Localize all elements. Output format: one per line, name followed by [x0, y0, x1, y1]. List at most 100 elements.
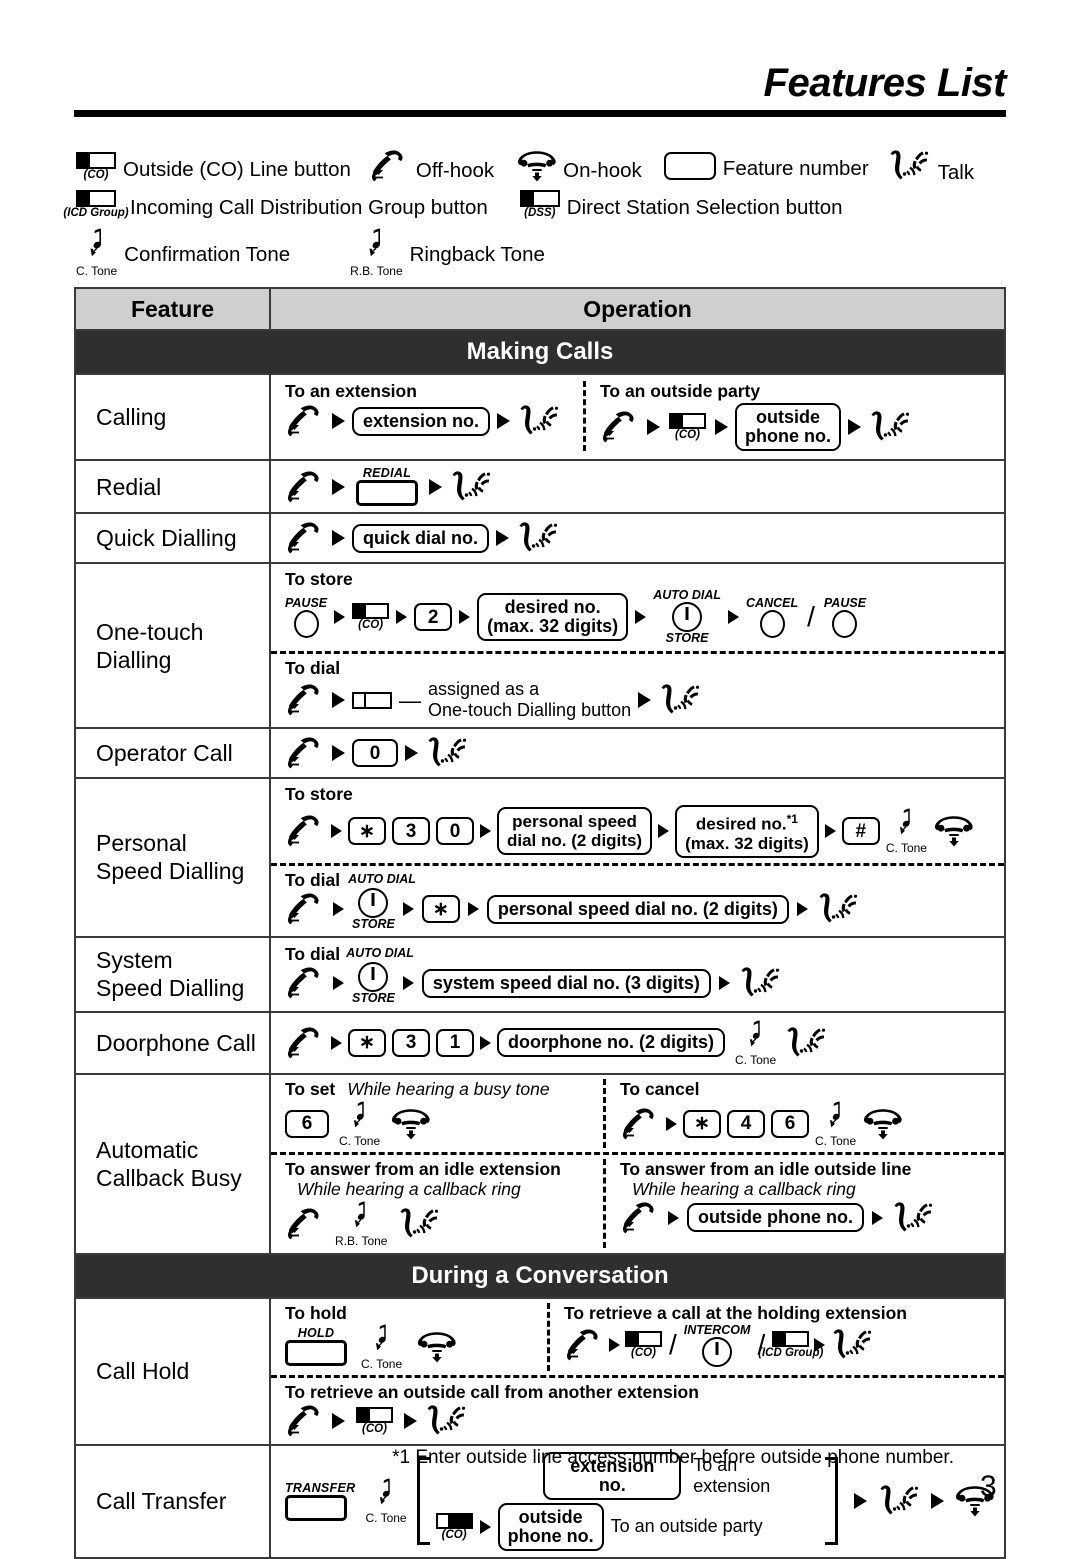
arrow-icon — [824, 824, 836, 839]
key-3[interactable]: 3 — [392, 817, 430, 846]
key-0[interactable]: 0 — [352, 739, 398, 767]
operation-cell: 0 — [271, 729, 1004, 777]
arrow-icon — [402, 976, 414, 991]
call-hold-hold-block: To hold HOLD C. Tone — [285, 1303, 547, 1371]
off-hook-icon — [285, 737, 325, 769]
arrow-icon — [847, 419, 861, 435]
legend-ringback-tone: R.B. Tone Ringback Tone — [350, 227, 545, 278]
operation-cell: To set While hearing a busy tone 6 C. To… — [271, 1075, 1004, 1253]
legend-dss-button: (DSS) Direct Station Selection button — [519, 190, 843, 219]
legend-row-2: (ICD Group) Incoming Call Distribution G… — [63, 190, 1036, 219]
feature-number-key-icon — [663, 152, 716, 180]
confirmation-tone-icon: C. Tone — [361, 1323, 402, 1371]
talk-icon — [658, 682, 702, 718]
key-3[interactable]: 3 — [392, 1028, 430, 1057]
co-line-button-icon: (CO) — [356, 1406, 393, 1435]
feature-cell: Call Hold — [76, 1298, 271, 1444]
table-header-operation: Operation — [271, 289, 1004, 329]
legend-label: Incoming Call Distribution Group button — [130, 196, 488, 219]
key-0[interactable]: 0 — [436, 817, 474, 846]
quick-dial-no-pill: quick dial no. — [352, 523, 490, 553]
extension-no-pill: extension no. — [352, 406, 491, 436]
hold-button-icon[interactable]: HOLD — [285, 1327, 347, 1367]
operation-cell: ∗ 3 1 doorphone no. (2 digits) C. Tone — [271, 1013, 1004, 1073]
arrow-icon — [718, 976, 730, 991]
on-hook-icon — [416, 1331, 458, 1363]
separator: / — [807, 601, 815, 632]
legend-label: Talk — [937, 161, 975, 184]
transfer-button-icon[interactable]: TRANSFER — [285, 1481, 355, 1521]
outside-phone-no-pill: outside phone no. — [735, 403, 841, 451]
arrow-icon — [497, 413, 511, 429]
operation-cell: To store ∗ 3 0 personal speed dial no. (… — [271, 779, 1004, 936]
operation-cell: To hold HOLD C. Tone To retrieve a call … — [271, 1299, 1004, 1444]
feature-cell: Operator Call — [76, 729, 271, 777]
off-hook-icon — [285, 1405, 325, 1437]
arrow-icon — [332, 530, 345, 546]
talk-icon — [877, 1483, 921, 1519]
arrow-icon — [332, 478, 345, 495]
footnote: *1 Enter outside line access number befo… — [392, 1447, 954, 1468]
legend-label: Direct Station Selection button — [566, 196, 843, 219]
key-star[interactable]: ∗ — [348, 1028, 386, 1057]
key-4[interactable]: 4 — [727, 1109, 765, 1138]
desired-no-pill: desired no. (max. 32 digits) — [477, 593, 629, 641]
auto-dial-store-button-icon[interactable]: AUTO DIAL STORE — [653, 589, 721, 645]
operation-cell: To store PAUSE (CO) 2 desired no. (max. … — [271, 564, 1004, 727]
key-6[interactable]: 6 — [771, 1109, 809, 1138]
table-row-system-speed-dialling: System Speed Dialling To dial AUTO DIAL — [76, 937, 1004, 1013]
on-hook-icon — [390, 1108, 432, 1140]
bracket-right — [825, 1457, 839, 1546]
personal-speed-dial-no-pill: personal speed dial no. (2 digits) — [497, 807, 653, 856]
arrow-icon — [402, 902, 414, 917]
key-star[interactable]: ∗ — [683, 1109, 721, 1138]
key-6[interactable]: 6 — [285, 1109, 329, 1138]
arrow-icon — [332, 413, 345, 429]
feature-cell: Personal Speed Dialling — [76, 779, 271, 936]
legend-feature-number: Feature number — [663, 152, 869, 180]
auto-dial-store-button-icon[interactable]: STORE — [352, 887, 395, 931]
off-hook-icon — [285, 893, 325, 925]
bracket-left — [416, 1457, 430, 1546]
one-touch-dial-block: To dial — assigned as a One-touch Dialli… — [271, 651, 1004, 727]
icd-caption: (ICD Group) — [63, 207, 129, 219]
call-hold-retrieve-other-block: To retrieve an outside call from another… — [271, 1374, 1004, 1444]
arrow-icon — [332, 1412, 345, 1429]
key-1[interactable]: 1 — [436, 1028, 474, 1057]
arrow-icon — [333, 902, 344, 917]
arrow-icon — [931, 1493, 945, 1510]
feature-cell: Quick Dialling — [76, 514, 271, 562]
legend-label: Outside (CO) Line button — [123, 157, 351, 181]
personal-speed-store-block: To store ∗ 3 0 personal speed dial no. (… — [271, 779, 1004, 863]
arrow-icon — [333, 976, 344, 991]
dss-caption: (DSS) — [524, 207, 556, 219]
key-2[interactable]: 2 — [414, 603, 453, 631]
talk-icon — [516, 520, 560, 556]
pause-button-icon[interactable]: PAUSE — [285, 596, 327, 638]
arrow-icon — [647, 419, 660, 435]
doorphone-no-pill: doorphone no. (2 digits) — [497, 1028, 725, 1058]
arrow-icon — [609, 1338, 620, 1353]
call-hold-retrieve-block: To retrieve a call at the holding extens… — [547, 1302, 998, 1371]
off-hook-icon — [285, 405, 325, 437]
section-making-calls: Making Calls — [76, 331, 1004, 375]
intercom-button-icon[interactable]: INTERCOM — [684, 1323, 750, 1367]
pause-button-icon[interactable]: PAUSE — [824, 596, 866, 638]
cancel-button-icon[interactable]: CANCEL — [746, 596, 798, 638]
off-hook-icon — [285, 815, 325, 847]
arrow-icon — [396, 610, 408, 624]
callback-answer-extension-block: To answer from an idle extension While h… — [285, 1158, 561, 1248]
table-row-automatic-callback-busy: Automatic Callback Busy To set While hea… — [76, 1074, 1004, 1255]
key-star[interactable]: ∗ — [421, 895, 460, 924]
key-hash[interactable]: # — [841, 817, 880, 846]
auto-dial-store-button-icon[interactable]: STORE — [352, 961, 395, 1005]
operation-cell: To dial AUTO DIAL STORE system speed dia… — [271, 938, 1004, 1011]
arrow-icon — [480, 1035, 491, 1050]
arrow-icon — [666, 1116, 677, 1131]
arrow-icon — [332, 692, 345, 708]
legend: (CO) Outside (CO) Line button Off-hook O… — [63, 148, 1036, 282]
legend-co-line-button: (CO) Outside (CO) Line button — [76, 151, 351, 181]
confirmation-tone-icon: C. Tone — [815, 1100, 856, 1148]
redial-button-icon[interactable]: REDIAL — [356, 467, 418, 506]
key-star[interactable]: ∗ — [348, 817, 386, 846]
